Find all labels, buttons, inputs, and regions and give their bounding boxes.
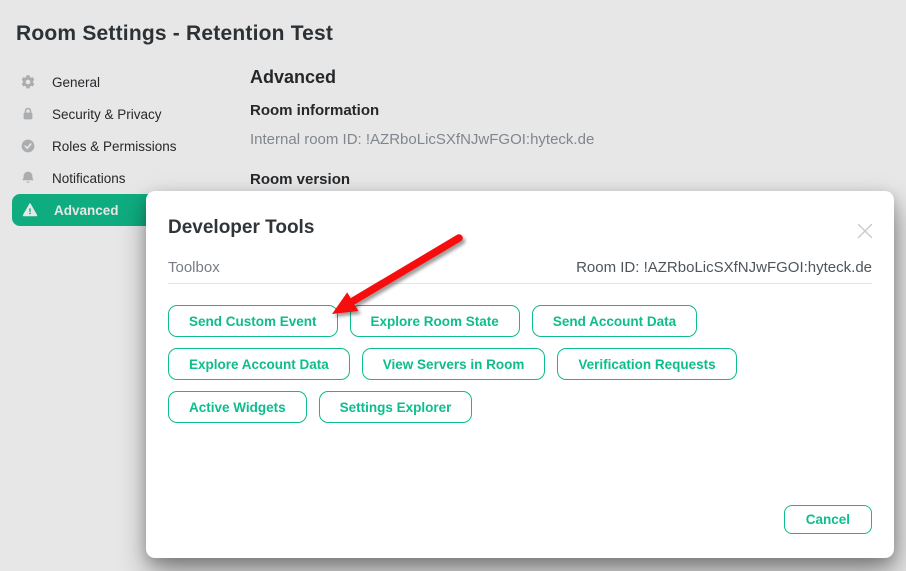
- close-icon[interactable]: [856, 222, 874, 240]
- toolbox-label: Toolbox: [168, 259, 220, 276]
- developer-tools-dialog: Developer Tools Toolbox Room ID: !AZRboL…: [146, 191, 894, 558]
- dialog-room-id: Room ID: !AZRboLicSXfNJwFGOI:hyteck.de: [576, 259, 872, 276]
- toolbox-button-row: Send Custom Event Explore Room State Sen…: [168, 305, 697, 337]
- cancel-button[interactable]: Cancel: [784, 505, 872, 534]
- view-servers-in-room-button[interactable]: View Servers in Room: [362, 348, 546, 380]
- explore-account-data-button[interactable]: Explore Account Data: [168, 348, 350, 380]
- settings-explorer-button[interactable]: Settings Explorer: [319, 391, 473, 423]
- toolbox-header-row: Toolbox Room ID: !AZRboLicSXfNJwFGOI:hyt…: [168, 259, 872, 284]
- toolbox-button-row: Active Widgets Settings Explorer: [168, 391, 472, 423]
- dialog-title: Developer Tools: [168, 217, 872, 239]
- active-widgets-button[interactable]: Active Widgets: [168, 391, 307, 423]
- toolbox-button-row: Explore Account Data View Servers in Roo…: [168, 348, 737, 380]
- send-custom-event-button[interactable]: Send Custom Event: [168, 305, 338, 337]
- explore-room-state-button[interactable]: Explore Room State: [350, 305, 520, 337]
- toolbox-buttons: Send Custom Event Explore Room State Sen…: [168, 305, 872, 423]
- send-account-data-button[interactable]: Send Account Data: [532, 305, 697, 337]
- verification-requests-button[interactable]: Verification Requests: [557, 348, 736, 380]
